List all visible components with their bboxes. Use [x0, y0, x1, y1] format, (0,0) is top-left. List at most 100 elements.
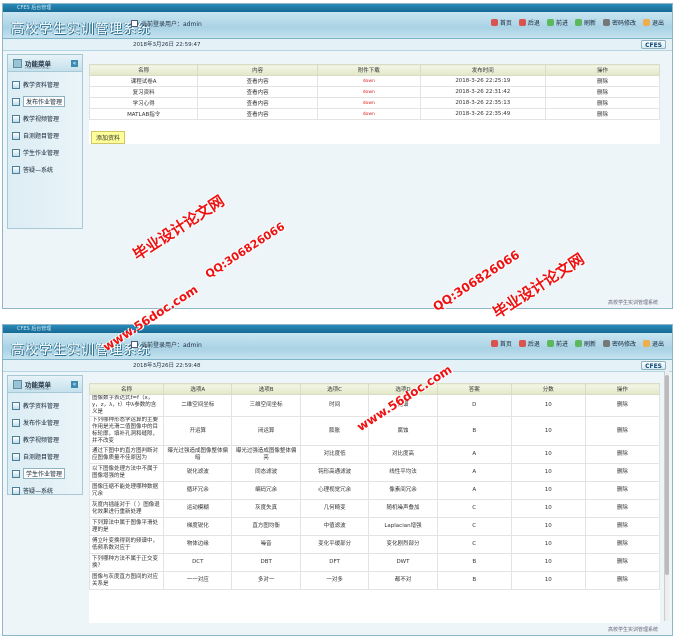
forward-button[interactable]: 前进: [546, 18, 568, 27]
current-date: 2018年3月26日 22:59:47: [133, 42, 201, 48]
collapse-icon[interactable]: «: [71, 381, 78, 388]
forward-button[interactable]: 前进: [546, 339, 568, 348]
sidebar-header: 功能菜单 FUNCTION MENU «: [8, 376, 82, 393]
view-content-link[interactable]: 查看内容: [197, 97, 318, 109]
answer: B: [436, 571, 512, 590]
sidebar-item-selftest[interactable]: 自测题目管理: [12, 448, 78, 465]
sidebar-item-student-homework[interactable]: 学生作业管理: [12, 465, 78, 482]
view-content-link[interactable]: 查看内容: [197, 86, 318, 98]
sidebar-item-selftest[interactable]: 自测题目管理: [12, 127, 78, 144]
score: 10: [510, 553, 586, 572]
answer: D: [436, 394, 512, 417]
sidebar-item-materials[interactable]: 教学资料管理: [12, 397, 78, 414]
back-button[interactable]: 后退: [518, 18, 540, 27]
table-header-row: 名称 选项A 选项B 选项C 选项D 答案 分数 操作: [89, 383, 660, 395]
column-header: 选项A: [163, 383, 233, 395]
download-link[interactable]: down: [316, 75, 421, 87]
menu-icon: [13, 380, 22, 389]
question-icon: [12, 165, 20, 174]
refresh-button[interactable]: 刷新: [574, 18, 596, 27]
option-d: 都不对: [368, 571, 438, 590]
table-row: 复习资料 查看内容 down 2018-3-26 22:31:42 删除: [88, 86, 661, 98]
option-b: 闭运算: [231, 416, 301, 446]
questions-content: 名称 选项A 选项B 选项C 选项D 答案 分数 操作 图像数字表达式f=f（x…: [89, 383, 660, 623]
score: 10: [510, 463, 586, 482]
scrollbar[interactable]: [664, 371, 669, 621]
table-row: 下列哪种方法不属于正交变换？ DCT DBT DFT DWT B 10 删除: [89, 553, 660, 572]
delete-link[interactable]: 删除: [544, 97, 661, 109]
view-content-link[interactable]: 查看内容: [197, 75, 318, 87]
option-c: 一对多: [299, 571, 370, 590]
refresh-button[interactable]: 刷新: [574, 339, 596, 348]
delete-link[interactable]: 删除: [584, 394, 660, 417]
sidebar-item-homework[interactable]: 发布作业管理: [12, 93, 78, 110]
download-link[interactable]: down: [316, 86, 421, 98]
delete-link[interactable]: 删除: [584, 463, 660, 482]
material-name: 课程试卷A: [88, 75, 199, 87]
refresh-icon: [574, 340, 582, 347]
back-button[interactable]: 后退: [518, 339, 540, 348]
document-icon: [12, 418, 20, 427]
delete-link[interactable]: 删除: [544, 86, 661, 98]
logout-button[interactable]: 退出: [642, 18, 664, 27]
score: 10: [510, 416, 586, 446]
question-text: 图像与灰度直方图间的对应关系是: [89, 571, 165, 590]
column-header: 分数: [510, 383, 586, 395]
sidebar-item-qa[interactable]: 答疑—系统: [12, 482, 78, 499]
student-icon: [12, 469, 20, 478]
delete-link[interactable]: 删除: [584, 499, 660, 518]
download-link[interactable]: down: [316, 97, 421, 109]
scrollbar-thumb[interactable]: [665, 375, 669, 575]
delete-link[interactable]: 删除: [584, 517, 660, 536]
home-button[interactable]: 首页: [490, 18, 512, 27]
sidebar-item-student-homework[interactable]: 学生作业管理: [12, 144, 78, 161]
delete-link[interactable]: 删除: [584, 445, 660, 464]
video-icon: [12, 114, 20, 123]
delete-link[interactable]: 删除: [584, 535, 660, 554]
table-row: 下列算法中属于图像平滑处理的是 梯度锐化 直方图均衡 中值滤波 Laplacian增强 C…: [89, 517, 660, 536]
home-icon: [490, 19, 498, 26]
delete-link[interactable]: 删除: [544, 75, 661, 87]
option-c: DFT: [299, 553, 370, 572]
option-b: 灰度失真: [231, 499, 301, 518]
option-a: 二维空间坐标: [163, 394, 233, 417]
home-button[interactable]: 首页: [490, 339, 512, 348]
collapse-icon[interactable]: «: [71, 60, 78, 67]
sidebar-item-materials[interactable]: 教学资料管理: [12, 76, 78, 93]
change-password-button[interactable]: 密码修改: [602, 339, 636, 348]
score: 10: [510, 571, 586, 590]
key-icon: [602, 340, 610, 347]
sidebar-item-videos[interactable]: 教学视频管理: [12, 431, 78, 448]
logout-button[interactable]: 退出: [642, 339, 664, 348]
answer: C: [436, 517, 512, 536]
view-content-link[interactable]: 查看内容: [197, 108, 318, 120]
option-b: 噪音: [231, 535, 301, 554]
column-header: 发布时间: [419, 64, 546, 76]
sidebar-item-qa[interactable]: 答疑—系统: [12, 161, 78, 178]
document-icon: [12, 401, 20, 410]
menu-icon: [13, 59, 22, 68]
user-icon: [131, 341, 138, 348]
answer: A: [436, 463, 512, 482]
option-c: 中值滤波: [299, 517, 370, 536]
add-material-button[interactable]: 添加资料: [91, 131, 126, 144]
delete-link[interactable]: 删除: [584, 481, 660, 500]
current-user: 当前登录用户：admin: [131, 340, 202, 349]
change-password-button[interactable]: 密码修改: [602, 18, 636, 27]
table-row: 学习心得 查看内容 down 2018-3-26 22:35:13 删除: [88, 97, 661, 109]
download-link[interactable]: down: [316, 108, 421, 120]
sidebar-item-videos[interactable]: 教学视频管理: [12, 110, 78, 127]
option-b: DBT: [231, 553, 301, 572]
video-icon: [12, 435, 20, 444]
delete-link[interactable]: 删除: [584, 571, 660, 590]
delete-link[interactable]: 删除: [584, 553, 660, 572]
sidebar-item-homework[interactable]: 发布作业管理: [12, 414, 78, 431]
option-d: 变化剧烈部分: [368, 535, 438, 554]
delete-link[interactable]: 删除: [584, 416, 660, 446]
question-text: 图像数字表达式f=f（x，y，z，λ，t）中λ参数的含义是: [89, 394, 165, 417]
column-header: 操作: [584, 383, 660, 395]
quiz-icon: [12, 131, 20, 140]
forward-icon: [546, 19, 554, 26]
option-b: 编码冗余: [231, 481, 301, 500]
delete-link[interactable]: 删除: [544, 108, 661, 120]
